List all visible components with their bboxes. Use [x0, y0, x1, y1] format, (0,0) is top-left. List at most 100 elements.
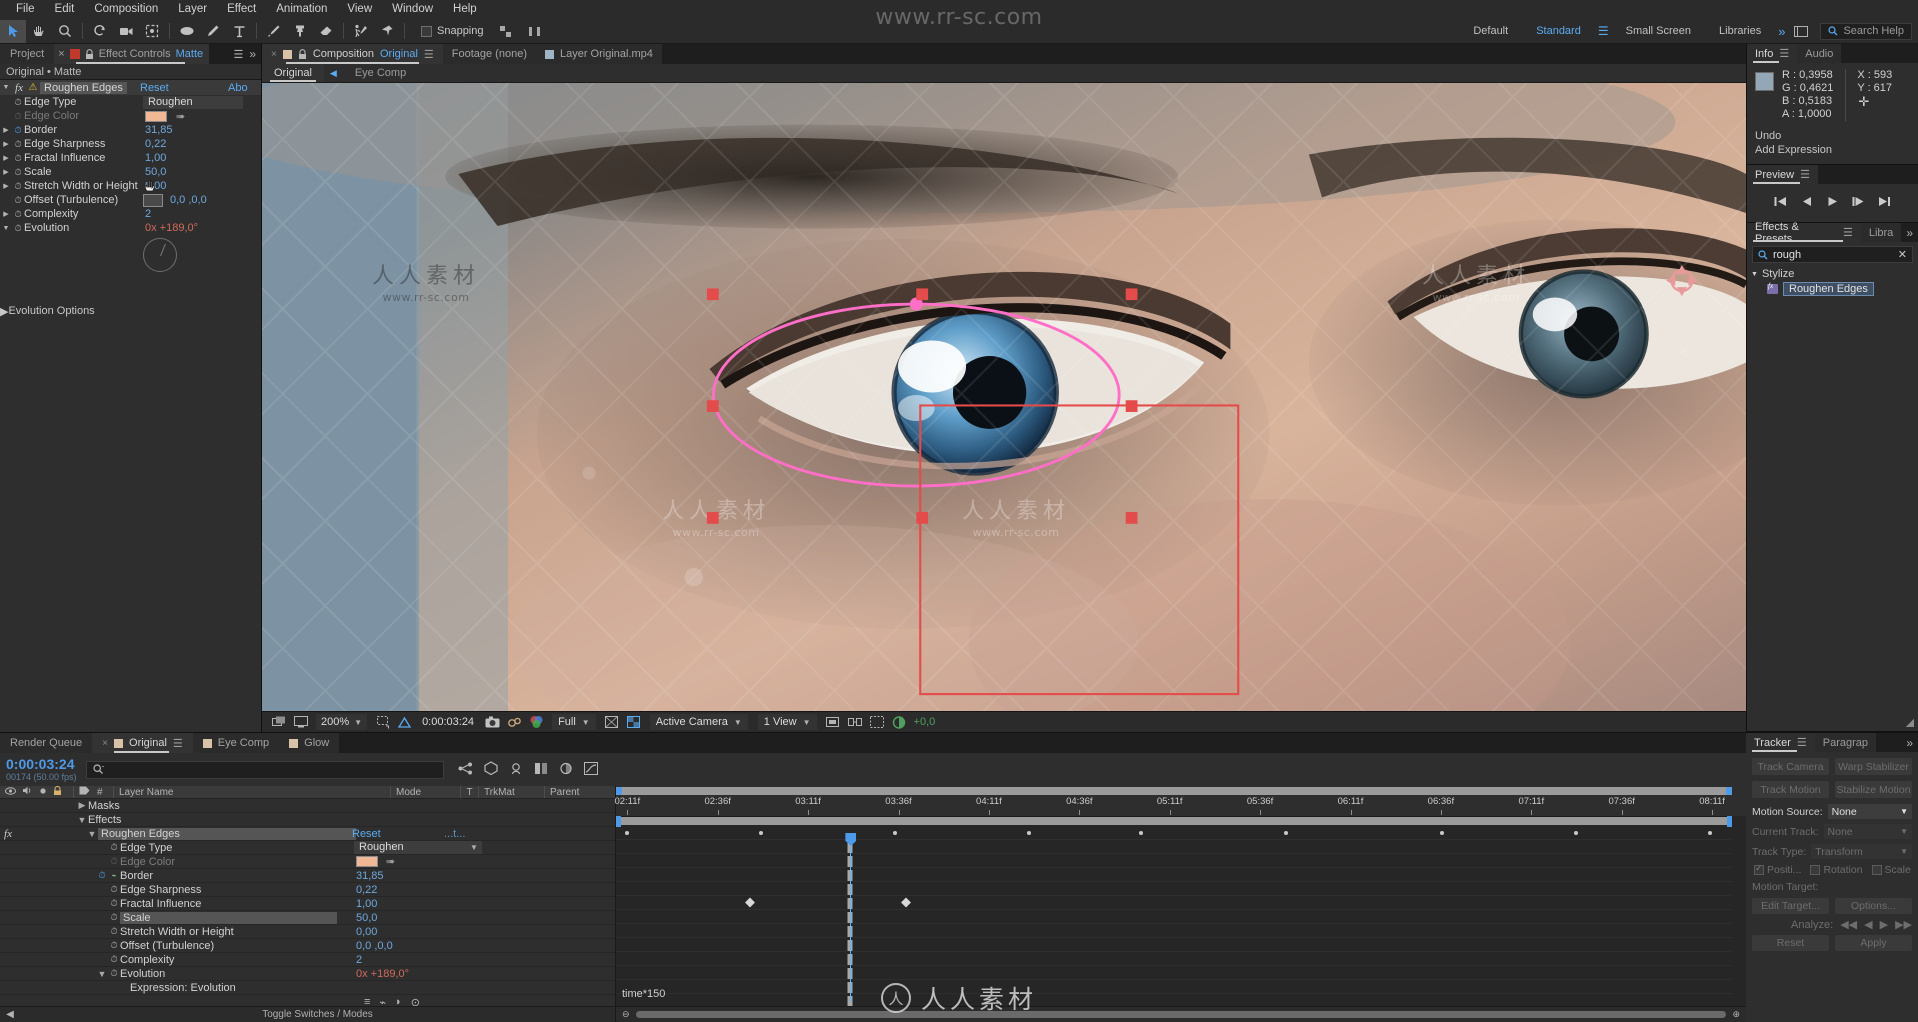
disclosure-triangle-icon[interactable]: ▼ — [0, 84, 12, 91]
last-frame-button[interactable] — [1878, 196, 1891, 210]
menu-effect[interactable]: Effect — [217, 0, 266, 19]
stopwatch-icon[interactable]: ⏱ — [12, 195, 24, 206]
stopwatch-icon[interactable]: ⏱ — [12, 139, 24, 150]
checkbox-box[interactable] — [1754, 863, 1764, 875]
stopwatch-icon[interactable]: ⏱ — [12, 181, 24, 192]
snapping-checkbox[interactable]: Snapping — [421, 25, 484, 37]
close-icon[interactable]: × — [58, 48, 64, 60]
disclosure-triangle-icon[interactable]: ▶ — [76, 800, 88, 811]
track-row[interactable] — [616, 980, 1732, 994]
menu-help[interactable]: Help — [443, 0, 487, 19]
exposure-value[interactable]: +0,0 — [910, 716, 940, 728]
align-icon[interactable] — [493, 20, 519, 43]
panel-menu-icon[interactable]: ☰ — [1800, 168, 1810, 181]
always-preview-icon[interactable] — [268, 713, 290, 731]
stopwatch-icon[interactable]: ⏱ — [12, 167, 24, 178]
stopwatch-icon[interactable]: ⏱ — [96, 870, 108, 881]
region-of-interest-icon[interactable] — [371, 713, 393, 731]
tab-footage[interactable]: Footage (none) — [442, 44, 536, 64]
panel-overflow-icon[interactable]: » — [249, 47, 261, 61]
workspace-overflow-icon[interactable]: » — [1775, 24, 1788, 39]
track-row[interactable] — [616, 910, 1732, 924]
position-checkbox[interactable]: Positi... — [1754, 863, 1801, 876]
row-value[interactable]: 0,22 — [356, 884, 377, 896]
effects-group-stylize[interactable]: ▼ Stylize — [1747, 267, 1918, 281]
zoom-tool-icon[interactable] — [52, 20, 78, 43]
camera-select[interactable]: Active Camera ▼ — [649, 714, 748, 730]
motion-source-select[interactable]: None ▼ — [1827, 804, 1912, 819]
disclosure-triangle-icon[interactable]: ▶ — [0, 140, 12, 148]
prop-value[interactable]: 0,0 ,0,0 — [170, 194, 207, 206]
tab-effects-presets[interactable]: Effects & Presets ☰ — [1747, 221, 1861, 245]
puppet-pin-tool-icon[interactable] — [374, 20, 400, 43]
effect-header-roughen-edges[interactable]: ▼ fx ⚠ Roughen Edges Reset Abo — [0, 80, 261, 95]
prop-value[interactable]: 0,22 — [145, 138, 166, 150]
disclosure-triangle-icon[interactable]: ▶ — [0, 210, 12, 218]
close-icon[interactable]: × — [102, 738, 108, 749]
resize-grip-icon[interactable] — [1904, 717, 1915, 728]
effects-search-box[interactable]: rough ✕ — [1752, 246, 1913, 263]
row-evolution[interactable]: ▼ ⏱ Evolution 0x +189,0° — [0, 967, 615, 981]
resolution-select[interactable]: Full ▼ — [552, 714, 596, 730]
prop-value[interactable]: 1,00 — [145, 152, 166, 164]
prop-value[interactable]: 2 — [145, 208, 151, 220]
workspace-small-screen[interactable]: Small Screen — [1612, 25, 1705, 37]
toggle-transparency-grid-icon[interactable] — [623, 713, 645, 731]
row-edge-type[interactable]: ⏱ Edge Type Roughen ▼ — [0, 841, 615, 855]
comp-flowchart-arrow-icon[interactable]: ◀ — [324, 64, 343, 82]
work-area-end-handle[interactable] — [1726, 787, 1732, 795]
lock-icon[interactable] — [53, 785, 62, 799]
track-type-select[interactable]: Transform ▼ — [1811, 844, 1912, 859]
comp-subtab-eye-comp[interactable]: Eye Comp — [343, 64, 418, 82]
timeline-track-area[interactable]: 02:11f 02:36f 03:11f 03:36f 04:11f 04:36… — [614, 786, 1746, 1022]
t-header[interactable]: T — [461, 786, 479, 798]
comp-subtab-original[interactable]: Original — [262, 64, 324, 82]
row-value[interactable]: 0,00 — [356, 926, 377, 938]
tab-libraries[interactable]: Libra — [1860, 223, 1902, 242]
trkmat-header[interactable]: TrkMat — [479, 786, 545, 798]
disclosure-triangle-icon[interactable]: ▼ — [1751, 271, 1758, 278]
views-select[interactable]: 1 View ▼ — [757, 714, 817, 730]
row-fractal-influence[interactable]: ⏱ Fractal Influence 1,00 — [0, 897, 615, 911]
previous-frame-button[interactable] — [1800, 196, 1813, 210]
stopwatch-icon[interactable]: ⏱ — [12, 125, 24, 136]
disclosure-triangle-icon[interactable]: ▼ — [0, 225, 12, 232]
track-row[interactable] — [616, 840, 1732, 854]
track-row[interactable] — [616, 854, 1732, 868]
row-masks[interactable]: ▶ Masks — [0, 799, 615, 813]
work-area-start-handle[interactable] — [616, 787, 622, 795]
prop-stretch-width-or-height[interactable]: ▶ ⏱ Stretch Width or Height 0,00 — [0, 179, 261, 193]
clone-stamp-tool-icon[interactable] — [287, 20, 313, 43]
workspace-layout-icon[interactable] — [1788, 20, 1814, 43]
effects-item-roughen-edges[interactable]: Roughen Edges — [1747, 281, 1918, 297]
prop-border[interactable]: ▶ ⏱ Border 31,85 — [0, 123, 261, 137]
disclosure-triangle-icon[interactable]: ▶ — [0, 182, 12, 190]
stabilize-motion-button[interactable]: Stabilize Motion — [1835, 781, 1912, 798]
prop-fractal-influence[interactable]: ▶ ⏱ Fractal Influence 1,00 — [0, 151, 261, 165]
track-row[interactable] — [616, 938, 1732, 952]
row-value[interactable]: 0x +189,0° — [356, 968, 409, 980]
tab-paragraph[interactable]: Paragrap — [1814, 733, 1877, 752]
eye-icon[interactable] — [5, 786, 16, 798]
workspace-standard[interactable]: Standard — [1522, 25, 1595, 37]
current-track-select[interactable]: None ▼ — [1823, 824, 1912, 839]
disclosure-triangle-icon[interactable]: ▶ — [0, 305, 8, 318]
snapping-checkbox-box[interactable] — [421, 25, 432, 37]
prop-complexity[interactable]: ▶ ⏱ Complexity 2 — [0, 207, 261, 221]
rotation-checkbox[interactable]: Rotation — [1810, 864, 1863, 876]
stopwatch-icon[interactable]: ⏱ — [12, 97, 24, 108]
panel-menu-icon[interactable]: ☰ — [1843, 226, 1853, 239]
chevron-down-icon[interactable]: ▼ — [470, 843, 478, 852]
tab-comp-original[interactable]: × Original ☰ — [92, 733, 193, 753]
tab-comp-eye-comp[interactable]: Eye Comp — [192, 733, 280, 753]
audio-icon[interactable] — [22, 786, 33, 798]
row-value[interactable]: 0,0 ,0,0 — [356, 940, 393, 952]
edit-target-button[interactable]: Edit Target... — [1752, 898, 1829, 914]
tab-composition[interactable]: × Composition Original ☰ — [262, 44, 443, 64]
warp-stabilizer-button[interactable]: Warp Stabilizer — [1835, 758, 1912, 775]
analyze-forward-icon[interactable]: ▶ — [1880, 918, 1888, 931]
rotation-tool-icon[interactable] — [87, 20, 113, 43]
panel-menu-icon[interactable]: ☰ — [1779, 47, 1789, 60]
prop-value[interactable]: 0x +189,0° — [145, 222, 198, 234]
effect-reset-link[interactable]: Reset — [140, 82, 169, 94]
